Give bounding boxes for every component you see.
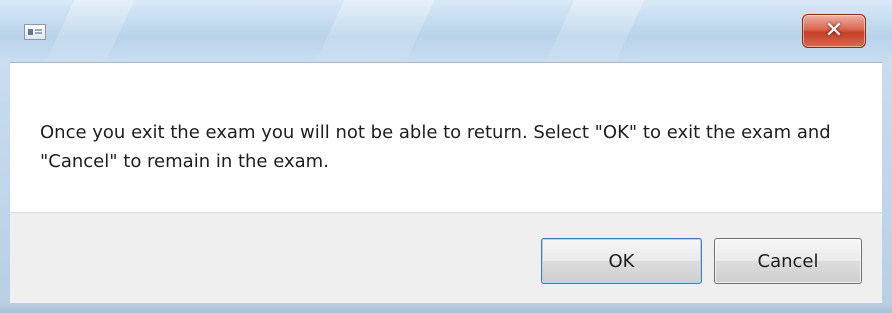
dialog-content: Once you exit the exam you will not be a… (10, 62, 882, 212)
exit-exam-dialog: ✕ Once you exit the exam you will not be… (0, 0, 892, 313)
close-icon: ✕ (824, 18, 844, 43)
dialog-message: Once you exit the exam you will not be a… (40, 122, 831, 172)
title-bar[interactable]: ✕ (0, 0, 892, 62)
cancel-button[interactable]: Cancel (714, 238, 862, 284)
close-button[interactable]: ✕ (802, 14, 866, 48)
title-bar-glass-decoration (545, 0, 645, 62)
window-frame-right (882, 62, 892, 303)
title-bar-glass-decoration (45, 0, 135, 62)
window-frame-bottom (0, 303, 892, 313)
dialog-button-bar: OK Cancel (10, 212, 882, 303)
window-app-icon (24, 24, 46, 40)
window-frame-left (0, 62, 10, 303)
title-bar-glass-decoration (315, 0, 435, 62)
ok-button[interactable]: OK (541, 238, 702, 284)
